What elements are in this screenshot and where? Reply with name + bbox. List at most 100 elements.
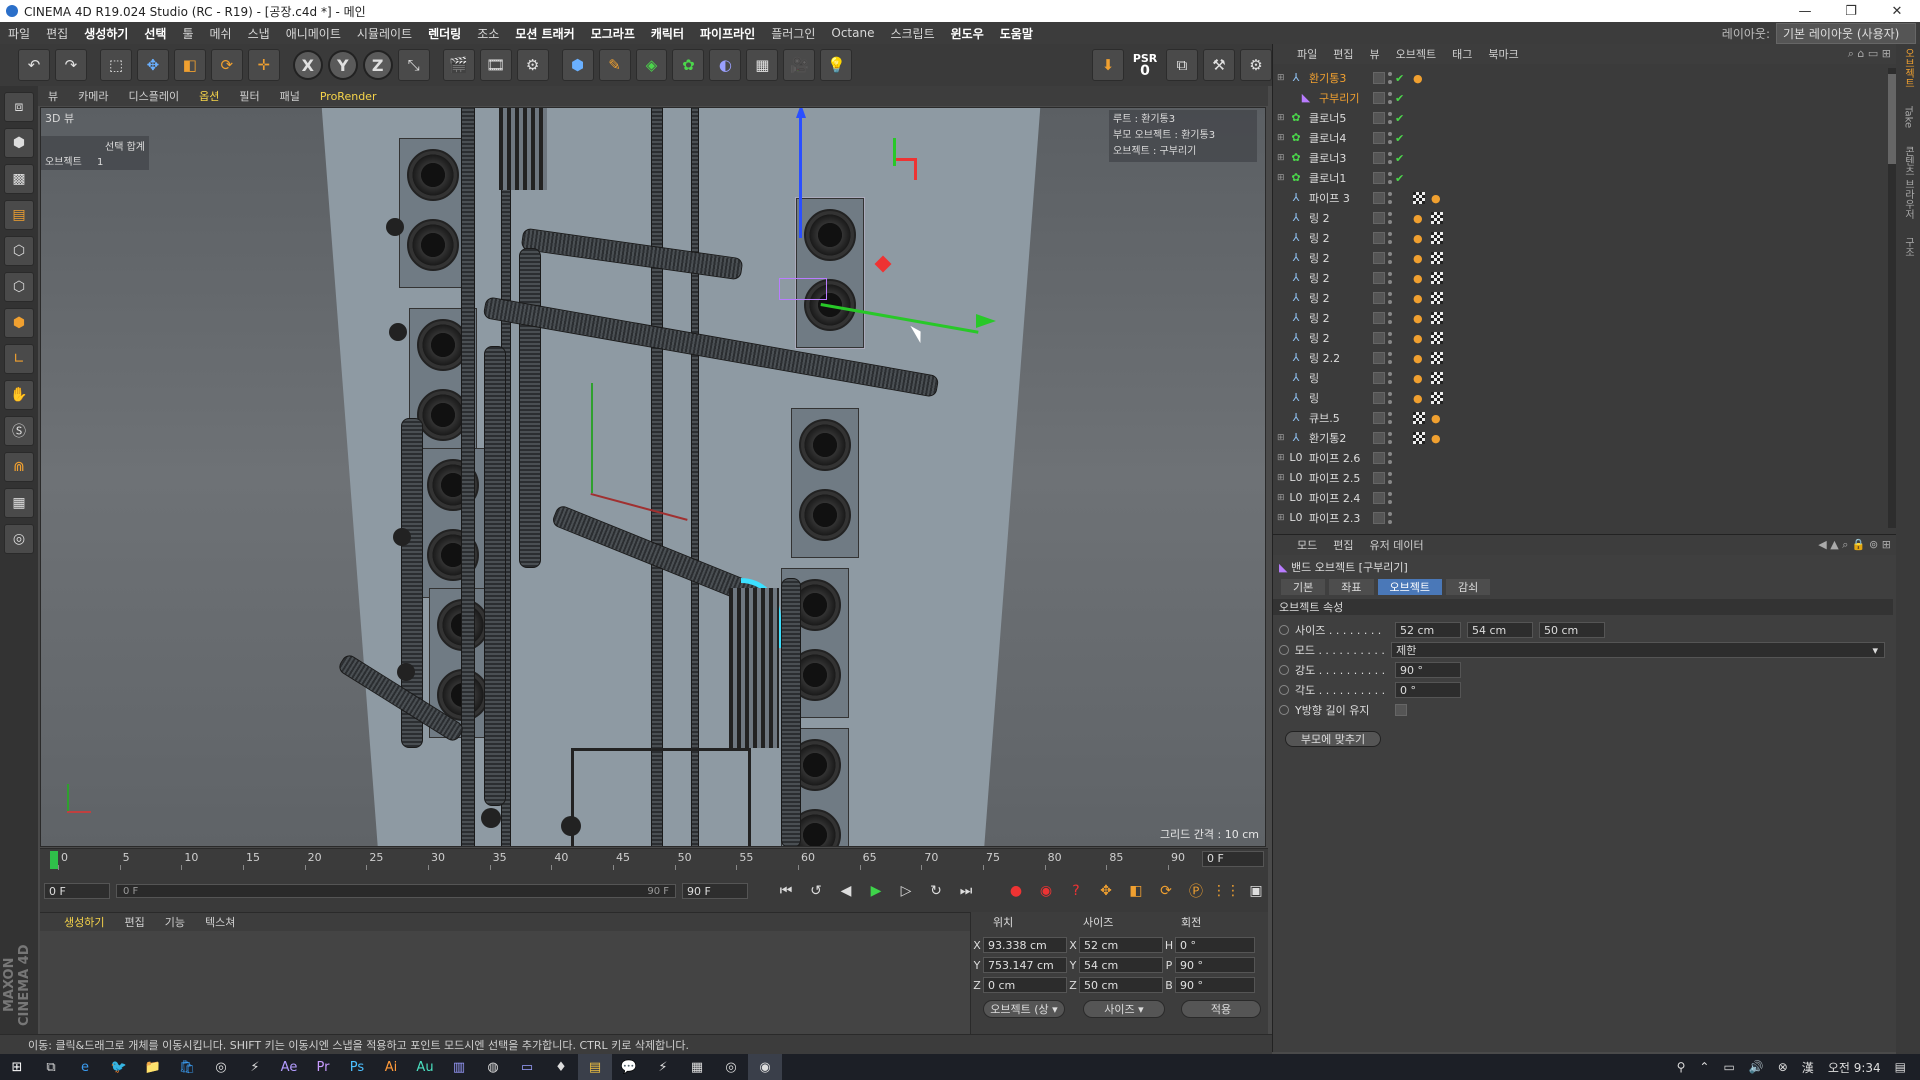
layer-icon[interactable] (1373, 372, 1385, 384)
expand-toggle-icon[interactable]: ⊞ (1277, 173, 1289, 183)
key-position-icon[interactable]: ✥ (1094, 879, 1118, 903)
app-icon[interactable]: ▤ (578, 1054, 612, 1080)
side-tab-take[interactable]: Take (1903, 106, 1914, 128)
pen-spline-icon[interactable]: ✎ (598, 49, 631, 81)
playhead[interactable] (50, 851, 58, 869)
visibility-dots-icon[interactable] (1388, 312, 1392, 324)
menu-motion-tracker[interactable]: 모션 트래커 (507, 25, 582, 42)
timeline-menu-icon[interactable]: ▣ (1244, 879, 1268, 903)
texture-mode-icon[interactable]: ▩ (4, 164, 34, 194)
deformer-icon[interactable]: ◐ (709, 49, 742, 81)
notification-icon[interactable]: ▤ (1895, 1060, 1906, 1074)
object-row[interactable]: ⊞ L0 파이프 2.4 (1273, 488, 1883, 508)
visibility-dots-icon[interactable] (1388, 452, 1392, 464)
phong-tag-icon[interactable]: ● (1413, 212, 1425, 225)
expand-toggle-icon[interactable]: ⊞ (1277, 493, 1289, 503)
menu-snap[interactable]: 스냅 (240, 25, 278, 42)
expand-toggle-icon[interactable]: ⊞ (1277, 433, 1289, 443)
layout-select[interactable]: 기본 레이아웃 (사용자) (1776, 22, 1916, 44)
z-axis-lock-icon[interactable]: Z (362, 50, 393, 80)
layer-icon[interactable] (1373, 152, 1385, 164)
app-icon[interactable]: ▭ (510, 1054, 544, 1080)
obj-menu-view[interactable]: 뷰 (1362, 46, 1388, 62)
size-z-field[interactable]: 50 cm (1079, 977, 1163, 993)
start-frame-field[interactable]: 0 F (44, 883, 110, 899)
layer-icon[interactable] (1373, 312, 1385, 324)
light-icon[interactable]: 💡 (820, 49, 853, 81)
attr-menu-mode[interactable]: 모드 (1289, 537, 1325, 553)
record-icon[interactable]: ● (1004, 879, 1028, 903)
object-row[interactable]: ⊞ ✿ 클로너1 ✔ (1273, 168, 1883, 188)
layer-icon[interactable] (1373, 192, 1385, 204)
solo-icon[interactable]: ◎ (4, 524, 34, 554)
illustrator-icon[interactable]: Ai (374, 1054, 408, 1080)
keyframe-selection-icon[interactable]: ? (1064, 879, 1088, 903)
gizmo-z-arrow[interactable] (796, 108, 806, 118)
menu-simulate[interactable]: 시뮬레이트 (349, 25, 420, 42)
3d-viewport[interactable]: 3D 뷰 선택 합계 오브젝트 1 루트 : 환기통3 부모 오브젝트 : 환기… (40, 107, 1266, 847)
go-to-end-icon[interactable]: ⏭ (954, 879, 978, 903)
subdivision-icon[interactable]: ◈ (635, 49, 668, 81)
sculpt-icon[interactable]: ⚒ (1203, 49, 1235, 81)
tab-object[interactable]: 오브젝트 (1377, 579, 1442, 595)
phong-tag-icon[interactable]: ● (1431, 412, 1443, 425)
live-select-icon[interactable]: ⬚ (99, 49, 132, 81)
menu-tools[interactable]: 툴 (174, 25, 201, 42)
layer-icon[interactable] (1373, 292, 1385, 304)
move-icon[interactable]: ✥ (136, 49, 169, 81)
auto-key-icon[interactable]: ◉ (1034, 879, 1058, 903)
ime-icon[interactable]: ⊗ (1778, 1060, 1788, 1074)
layer-icon[interactable] (1373, 432, 1385, 444)
layer-icon[interactable] (1373, 92, 1385, 104)
app-icon[interactable]: ◍ (476, 1054, 510, 1080)
size-x-input[interactable]: 52 cm (1395, 622, 1461, 638)
phong-tag-icon[interactable]: ● (1413, 352, 1425, 365)
position-y-field[interactable]: 753.147 cm (983, 957, 1067, 973)
strength-input[interactable]: 90 ° (1395, 662, 1461, 678)
phong-tag-icon[interactable]: ● (1413, 72, 1425, 85)
rotate-icon[interactable]: ⟳ (210, 49, 243, 81)
floor-icon[interactable]: ▦ (746, 49, 779, 81)
key-rotation-icon[interactable]: ⟳ (1154, 879, 1178, 903)
material-tag-icon[interactable] (1431, 332, 1443, 344)
edge-browser-icon[interactable]: e (68, 1054, 102, 1080)
file-explorer-icon[interactable]: 📁 (136, 1054, 170, 1080)
search-icon[interactable]: ⌕ ⌂ ▭ ⊞ (1848, 47, 1891, 61)
menu-octane[interactable]: Octane (823, 26, 882, 40)
y-axis-lock-icon[interactable]: Y (327, 50, 358, 80)
enabled-check-icon[interactable]: ✔ (1395, 152, 1404, 165)
material-tag-icon[interactable] (1431, 312, 1443, 324)
size-x-field[interactable]: 52 cm (1079, 937, 1163, 953)
layer-icon[interactable] (1373, 392, 1385, 404)
viewport-menu-options[interactable]: 옵션 (189, 88, 229, 104)
position-x-field[interactable]: 93.338 cm (983, 937, 1067, 953)
tweak-icon[interactable]: ✋ (4, 380, 34, 410)
visibility-dots-icon[interactable] (1388, 272, 1392, 284)
menu-file[interactable]: 파일 (0, 25, 38, 42)
render-view-icon[interactable]: 🎬 (442, 49, 475, 81)
visibility-dots-icon[interactable] (1388, 492, 1392, 504)
layer-icon[interactable] (1373, 132, 1385, 144)
material-tag-icon[interactable] (1431, 252, 1443, 264)
rotation-h-field[interactable]: 0 ° (1175, 937, 1255, 953)
visibility-dots-icon[interactable] (1388, 252, 1392, 264)
menu-pipeline[interactable]: 파이프라인 (692, 25, 763, 42)
object-row[interactable]: ⅄ 링 2 ● (1273, 328, 1883, 348)
coordinate-system-icon[interactable]: ⤡ (397, 49, 430, 81)
photoshop-icon[interactable]: Ps (340, 1054, 374, 1080)
current-frame-field[interactable]: 0 F (1202, 851, 1264, 867)
bend-deformer-box[interactable] (779, 278, 827, 300)
layer-icon[interactable] (1373, 512, 1385, 524)
next-key-icon[interactable]: ↻ (924, 879, 948, 903)
menu-mesh[interactable]: 메쉬 (202, 25, 240, 42)
task-view-icon[interactable]: ⧉ (34, 1054, 68, 1080)
mode-select[interactable]: 제한 ▾ (1391, 642, 1885, 658)
make-editable-icon[interactable]: ⧈ (4, 92, 34, 122)
layer-icon[interactable] (1373, 112, 1385, 124)
menu-script[interactable]: 스크립트 (882, 25, 942, 42)
visibility-dots-icon[interactable] (1388, 232, 1392, 244)
phong-tag-icon[interactable]: ● (1413, 372, 1425, 385)
layer-icon[interactable] (1373, 412, 1385, 424)
animate-radio[interactable] (1279, 685, 1289, 695)
visibility-dots-icon[interactable] (1388, 152, 1392, 164)
